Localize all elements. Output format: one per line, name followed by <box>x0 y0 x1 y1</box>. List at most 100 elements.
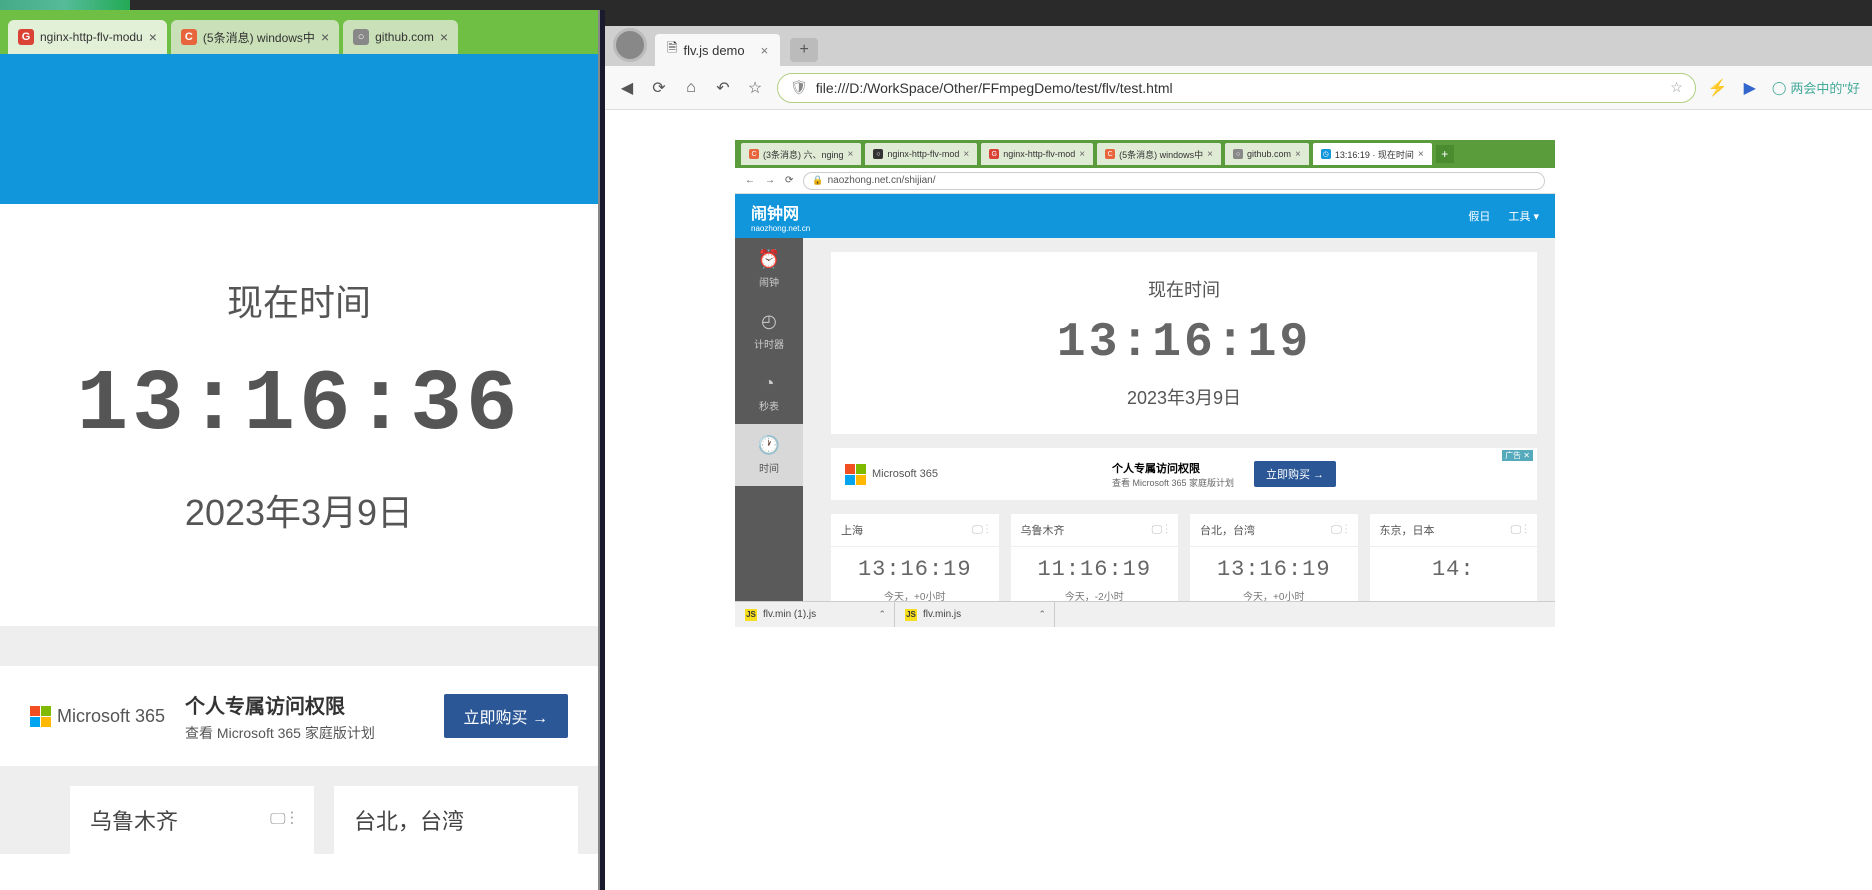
close-icon[interactable]: × <box>1295 149 1301 160</box>
lightning-icon[interactable]: ⚡ <box>1708 78 1728 98</box>
tab-csdn[interactable]: C (5条消息) windows中 × <box>171 20 339 54</box>
ad-badge[interactable]: 广告 ✕ <box>1502 450 1533 461</box>
file-name: flv.min (1).js <box>763 609 816 620</box>
sidebar-icon: 🕐 <box>758 435 780 456</box>
inner-clock-panel: 现在时间 13:16:19 2023年3月9日 <box>831 252 1537 434</box>
close-icon[interactable]: × <box>149 29 157 45</box>
address-bar[interactable]: 🛡 file:///D:/WorkSpace/Other/FFmpegDemo/… <box>777 73 1696 103</box>
tab-label: nginx-http-flv-mod <box>887 149 959 159</box>
close-icon[interactable]: × <box>1079 149 1085 160</box>
ad-brand: Microsoft 365 <box>872 468 938 480</box>
city-card-taipei[interactable]: 台北，台湾 <box>334 786 578 854</box>
inner-tab[interactable]: ○nginx-http-flv-mod× <box>865 143 977 165</box>
inner-tab[interactable]: C(3条消息) 六、nging× <box>741 143 861 165</box>
home-icon[interactable]: ⌂ <box>681 78 701 98</box>
city-grid: 上海 🖵 ⋮ 13:16:19 今天，+0小时 乌鲁木齐 🖵 ⋮ 11:16:1… <box>831 514 1537 613</box>
play-icon[interactable]: ▶ <box>1740 78 1760 98</box>
logo-text: 闹钟网 <box>751 206 799 223</box>
favicon-c: C <box>181 29 197 45</box>
close-icon[interactable]: × <box>761 43 769 58</box>
inner-tab[interactable]: C(5条消息) windows中× <box>1097 143 1221 165</box>
ad-cta-button[interactable]: 立即购买 → <box>444 694 568 738</box>
city-actions[interactable]: 🖵 ⋮ <box>1511 524 1527 537</box>
city-time: 11:16:19 <box>1021 557 1169 582</box>
header-nav: 假日 工具 ▾ <box>1468 208 1539 224</box>
inner-toolbar: ← → ⟳ 🔒 naozhong.net.cn/shijian/ <box>735 168 1555 194</box>
chevron-up-icon[interactable]: ⌃ <box>878 609 886 620</box>
city-time: 13:16:19 <box>841 557 989 582</box>
close-icon[interactable]: × <box>321 29 329 45</box>
profile-avatar-icon[interactable] <box>613 28 647 62</box>
close-icon[interactable]: × <box>1418 149 1424 160</box>
sidebar-item-秒表[interactable]: ◔秒表 <box>735 362 803 424</box>
forward-icon[interactable]: → <box>765 175 775 186</box>
sidebar-icon: ◔ <box>764 373 775 394</box>
close-icon[interactable]: × <box>1207 149 1213 160</box>
tab-flv-demo[interactable]: 🗎 flv.js demo × <box>655 34 780 66</box>
download-file[interactable]: JS flv.min.js ⌃ <box>895 602 1055 627</box>
city-card[interactable]: 台北，台湾 🖵 ⋮ 13:16:19 今天，+0小时 <box>1190 514 1358 613</box>
tab-label: nginx-http-flv-modu <box>40 30 143 44</box>
inner-tab[interactable]: ○github.com× <box>1225 143 1309 165</box>
sidebar-item-计时器[interactable]: ◴计时器 <box>735 300 803 362</box>
file-icon: 🗎 <box>667 39 677 61</box>
js-file-icon: JS <box>745 609 757 621</box>
clock-date: 2023年3月9日 <box>831 384 1537 410</box>
sidebar-icon: ⏰ <box>758 249 780 270</box>
inner-ad-banner[interactable]: Microsoft 365 个人专属访问权限 查看 Microsoft 365 … <box>831 448 1537 500</box>
tab-github[interactable]: ○ github.com × <box>343 20 458 54</box>
tab-label: nginx-http-flv-mod <box>1003 149 1075 159</box>
clock-panel: 现在时间 13:16:36 2023年3月9日 <box>0 204 598 626</box>
ad-title: 个人专属访问权限 <box>185 690 444 719</box>
inner-tab[interactable]: Gnginx-http-flv-mod × <box>981 143 1093 165</box>
city-card[interactable]: 乌鲁木齐 🖵 ⋮ 11:16:19 今天，-2小时 <box>1011 514 1179 613</box>
tab-label: 13:16:19 · 现在时间 <box>1335 148 1414 161</box>
bookmark-star-icon[interactable]: ☆ <box>1670 79 1683 96</box>
new-tab-button[interactable]: + <box>1436 145 1454 163</box>
sidebar-item-闹钟[interactable]: ⏰闹钟 <box>735 238 803 300</box>
favicon-g: G <box>18 29 34 45</box>
city-name: 东京，日本 <box>1380 522 1435 538</box>
new-tab-button[interactable]: + <box>790 38 818 62</box>
lock-icon: 🔒 <box>812 175 823 186</box>
back-icon[interactable]: ◀ <box>617 78 637 98</box>
clock-date: 2023年3月9日 <box>0 484 598 536</box>
back-icon[interactable]: ← <box>745 175 755 186</box>
sidebar-item-时间[interactable]: 🕐时间 <box>735 424 803 486</box>
tab-nginx[interactable]: G nginx-http-flv-modu × <box>8 20 167 54</box>
city-card-urumqi[interactable]: 乌鲁木齐 🖵 ⋮ <box>70 786 314 854</box>
ad-banner[interactable]: Microsoft 365 个人专属访问权限 查看 Microsoft 365 … <box>0 666 598 766</box>
star-icon[interactable]: ☆ <box>745 78 765 98</box>
sidebar: ⏰闹钟◴计时器◔秒表🕐时间 <box>735 238 803 627</box>
obs-titlebar <box>0 0 1872 10</box>
city-actions[interactable]: 🖵 ⋮ <box>1331 524 1347 537</box>
search-suggestion[interactable]: ◯ 两会中的"好 <box>1772 78 1860 97</box>
logo-subtitle: naozhong.net.cn <box>751 224 810 233</box>
city-actions[interactable]: 🖵 ⋮ <box>270 811 294 829</box>
inner-address-bar[interactable]: 🔒 naozhong.net.cn/shijian/ <box>803 172 1545 190</box>
window-titlebar <box>605 10 1872 26</box>
city-actions[interactable]: 🖵 ⋮ <box>1152 524 1168 537</box>
inner-url-text: naozhong.net.cn/shijian/ <box>828 175 936 186</box>
download-file[interactable]: JS flv.min (1).js ⌃ <box>735 602 895 627</box>
inner-tab[interactable]: ◷13:16:19 · 现在时间× <box>1313 143 1432 165</box>
reload-icon[interactable]: ⟳ <box>785 175 793 186</box>
chevron-up-icon[interactable]: ⌃ <box>1038 609 1046 620</box>
ad-cta-button[interactable]: 立即购买 → <box>1254 461 1336 487</box>
close-icon[interactable]: × <box>440 29 448 45</box>
microsoft-logo: Microsoft 365 <box>845 464 938 485</box>
close-icon[interactable]: × <box>848 149 854 160</box>
city-actions[interactable]: 🖵 ⋮ <box>972 524 988 537</box>
city-time: 14: <box>1380 557 1528 582</box>
favicon: G <box>989 149 999 159</box>
nav-tools[interactable]: 工具 ▾ <box>1508 208 1539 224</box>
reload-icon[interactable]: ⟳ <box>649 78 669 98</box>
city-card[interactable]: 东京，日本 🖵 ⋮ 14: <box>1370 514 1538 613</box>
undo-icon[interactable]: ↶ <box>713 78 733 98</box>
city-card[interactable]: 上海 🖵 ⋮ 13:16:19 今天，+0小时 <box>831 514 999 613</box>
toolbar-extras: ⚡ ▶ ◯ 两会中的"好 <box>1708 78 1860 98</box>
nav-holidays[interactable]: 假日 <box>1468 208 1490 224</box>
ad-subtitle: 查看 Microsoft 365 家庭版计划 <box>185 723 444 743</box>
site-logo[interactable]: 闹钟网 naozhong.net.cn <box>751 200 810 233</box>
close-icon[interactable]: × <box>963 149 969 160</box>
